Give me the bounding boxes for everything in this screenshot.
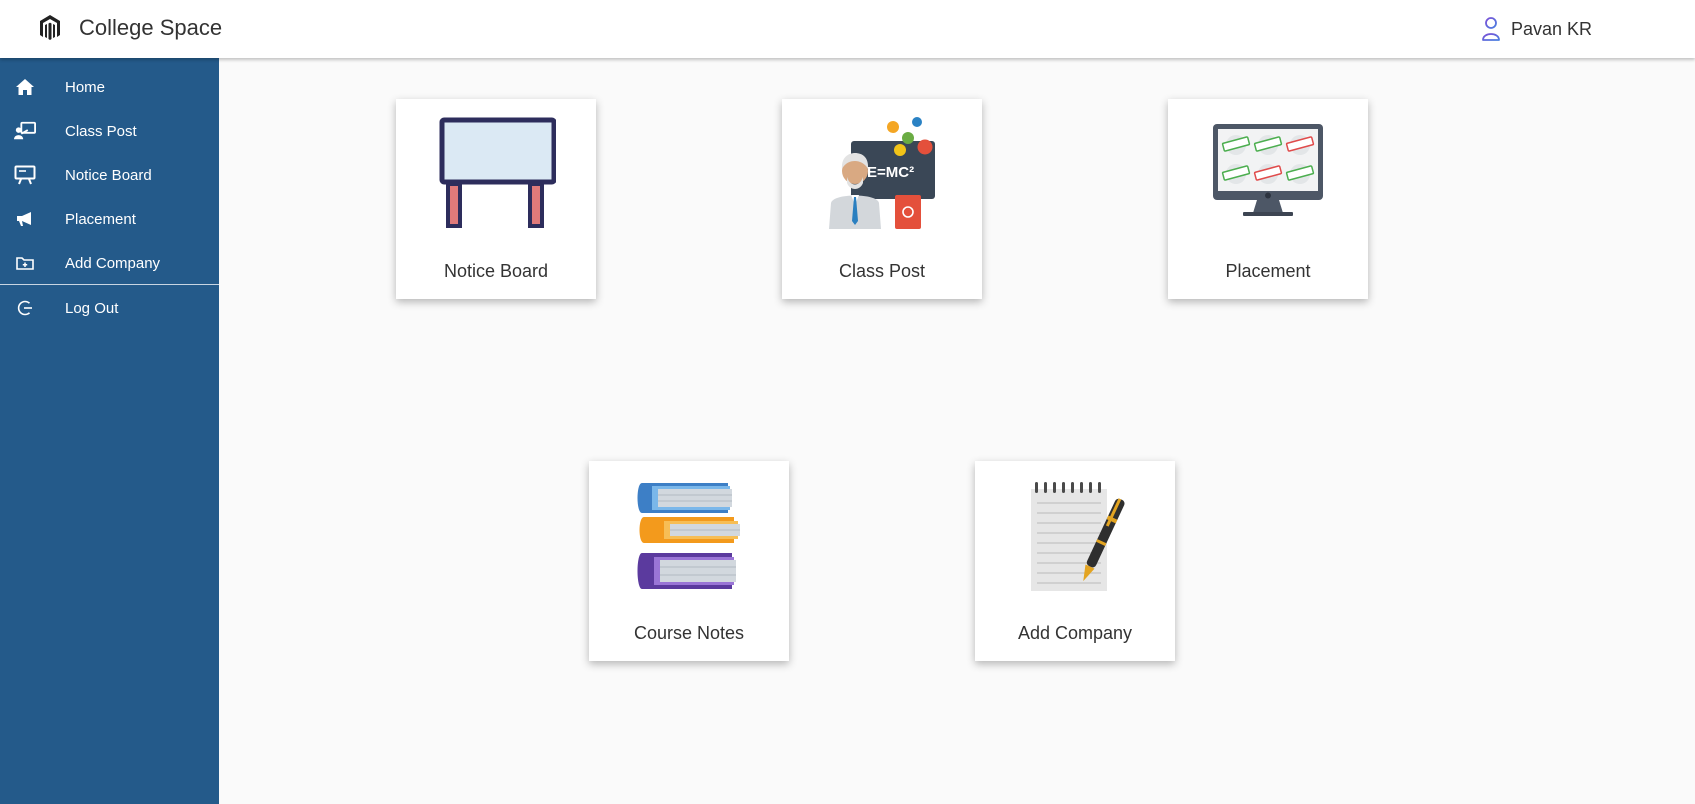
card-placement[interactable]: Placement <box>1168 99 1368 299</box>
book-stack-illustration <box>589 481 789 596</box>
megaphone-icon <box>14 208 36 230</box>
app-title: College Space <box>79 15 223 40</box>
presentation-screen-icon <box>14 164 36 186</box>
sidebar-item-label: Home <box>65 78 106 96</box>
sidebar-item-label: Add Company <box>65 254 161 272</box>
sidebar-item-class-post[interactable]: Class Post <box>0 111 219 151</box>
sidebar-item-label: Log Out <box>65 299 119 317</box>
sidebar: Home Class Post Notice Board Placement A… <box>0 58 219 804</box>
notepad-pen-illustration <box>975 481 1175 596</box>
folder-plus-icon <box>14 252 36 274</box>
teacher-formula-illustration: E=MC² <box>782 117 982 232</box>
card-course-notes[interactable]: Course Notes <box>589 461 789 661</box>
dashboard-content: Notice Board E=MC² Class Post Placement … <box>219 58 1695 804</box>
magento-logo-icon <box>40 15 60 40</box>
formula-text: E=MC² <box>867 164 914 181</box>
card-label: Placement <box>1225 261 1311 281</box>
sidebar-item-label: Class Post <box>65 122 137 140</box>
sidebar-item-home[interactable]: Home <box>0 67 219 107</box>
top-app-bar: College Space Pavan KR <box>0 0 1695 58</box>
card-label: Class Post <box>838 261 926 281</box>
sidebar-item-log-out[interactable]: Log Out <box>0 288 219 328</box>
sidebar-divider <box>0 284 219 285</box>
card-class-post[interactable]: E=MC² Class Post <box>782 99 982 299</box>
home-icon <box>14 76 36 98</box>
card-label: Course Notes <box>633 623 745 643</box>
sidebar-item-notice-board[interactable]: Notice Board <box>0 155 219 195</box>
user-menu[interactable]: Pavan KR <box>1481 16 1592 42</box>
sidebar-item-label: Notice Board <box>65 166 152 184</box>
sidebar-item-placement[interactable]: Placement <box>0 199 219 239</box>
sidebar-item-add-company[interactable]: Add Company <box>0 243 219 283</box>
logout-icon <box>14 297 36 319</box>
brand[interactable]: College Space <box>38 14 222 42</box>
person-outline-icon <box>1482 17 1500 41</box>
user-name: Pavan KR <box>1511 18 1593 39</box>
card-add-company[interactable]: Add Company <box>975 461 1175 661</box>
sidebar-item-label: Placement <box>65 210 136 228</box>
card-label: Add Company <box>1017 623 1133 643</box>
card-notice-board[interactable]: Notice Board <box>396 99 596 299</box>
teacher-board-icon <box>14 120 36 142</box>
monitor-grid-illustration <box>1168 117 1368 232</box>
notice-board-illustration <box>396 117 596 232</box>
card-label: Notice Board <box>443 261 549 281</box>
